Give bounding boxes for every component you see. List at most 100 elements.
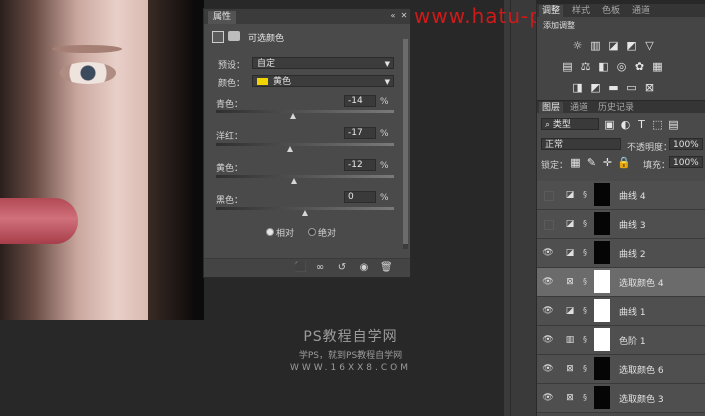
reset-icon[interactable]: ↺: [336, 262, 348, 274]
lock-paint-icon[interactable]: ✎: [585, 156, 598, 169]
channel-mixer-icon[interactable]: ✿: [633, 60, 646, 73]
slider-thumb[interactable]: [291, 178, 298, 184]
adjustments-tabs: 调整 样式 色板 通道: [537, 4, 705, 17]
posterize-icon[interactable]: ◩: [589, 81, 602, 94]
link-chain-icon[interactable]: §: [583, 392, 591, 404]
visibility-eye-icon[interactable]: 👁: [542, 334, 554, 346]
layer-row[interactable]: 👁 ▥ § 色阶 1: [537, 326, 705, 355]
vibrance-icon[interactable]: ▽: [643, 39, 656, 52]
tab-swatches[interactable]: 色板: [599, 5, 623, 17]
photo-filter-icon[interactable]: ◎: [615, 60, 628, 73]
visibility-eye-icon[interactable]: 👁: [542, 247, 554, 259]
slider-value-input[interactable]: 0: [344, 191, 376, 203]
tab-history[interactable]: 历史记录: [595, 102, 637, 114]
visibility-eye-icon[interactable]: 👁: [542, 392, 554, 404]
filter-type-icon[interactable]: T: [635, 118, 648, 131]
layer-row[interactable]: ◪ § 曲线 4: [537, 181, 705, 210]
radio-absolute[interactable]: [308, 228, 316, 236]
layer-row[interactable]: 👁 ⊠ § 选取颜色 4: [537, 268, 705, 297]
delete-icon[interactable]: 🗑: [380, 262, 393, 274]
layer-mask-thumbnail[interactable]: [594, 328, 610, 351]
lock-transparent-icon[interactable]: ▦: [569, 156, 582, 169]
filter-pixel-icon[interactable]: ▣: [603, 118, 616, 131]
layer-row[interactable]: ◪ § 曲线 3: [537, 210, 705, 239]
visibility-eye-icon[interactable]: 👁: [542, 305, 554, 317]
layer-row[interactable]: 👁 ◪ § 曲线 1: [537, 297, 705, 326]
slider-track[interactable]: [216, 110, 394, 113]
invert-icon[interactable]: ◨: [571, 81, 584, 94]
color-select[interactable]: 黄色 ▼: [252, 75, 394, 87]
color-lookup-icon[interactable]: ▦: [651, 60, 664, 73]
tab-layers[interactable]: 图层: [539, 102, 564, 114]
preset-select[interactable]: 自定 ▼: [252, 57, 394, 69]
black-white-icon[interactable]: ◧: [597, 60, 610, 73]
levels-icon[interactable]: ▥: [589, 39, 602, 52]
threshold-icon[interactable]: ▬: [607, 81, 620, 94]
collapse-icon[interactable]: «: [388, 11, 398, 21]
slider-thumb[interactable]: [289, 113, 296, 119]
link-chain-icon[interactable]: §: [583, 247, 591, 259]
close-icon[interactable]: ✕: [399, 11, 409, 21]
layer-row[interactable]: 👁 ⊠ § 选取颜色 6: [537, 355, 705, 384]
visibility-icon[interactable]: ◉: [358, 262, 370, 274]
lock-all-icon[interactable]: 🔒: [617, 156, 631, 169]
layer-mask-thumbnail[interactable]: [594, 386, 610, 409]
tab-channels[interactable]: 通道: [567, 102, 591, 114]
layer-mask-thumbnail[interactable]: [594, 357, 610, 380]
visibility-eye-icon[interactable]: [544, 191, 554, 201]
lock-position-icon[interactable]: ✛: [601, 156, 614, 169]
slider-thumb[interactable]: [302, 210, 308, 216]
link-chain-icon[interactable]: §: [583, 218, 591, 230]
slider-thumb[interactable]: [286, 146, 293, 152]
brightness-icon[interactable]: ☼: [571, 39, 584, 52]
filter-adjustment-icon[interactable]: ◐: [619, 118, 632, 131]
slider-value-input[interactable]: -14: [344, 95, 376, 107]
fill-input[interactable]: 100%: [669, 156, 703, 168]
link-chain-icon[interactable]: §: [583, 276, 591, 288]
gradient-map-icon[interactable]: ▭: [625, 81, 638, 94]
layer-mask-thumbnail[interactable]: [594, 299, 610, 322]
hue-saturation-icon[interactable]: ▤: [561, 60, 574, 73]
visibility-eye-icon[interactable]: 👁: [542, 276, 554, 288]
filter-shape-icon[interactable]: ⬚: [651, 118, 664, 131]
tab-styles[interactable]: 样式: [569, 5, 593, 17]
tab-adjustments[interactable]: 调整: [539, 5, 564, 17]
opacity-input[interactable]: 100%: [669, 138, 703, 150]
link-chain-icon[interactable]: §: [583, 363, 591, 375]
slider-value-input[interactable]: -17: [344, 127, 376, 139]
visibility-eye-icon[interactable]: [544, 220, 554, 230]
slider-track[interactable]: [216, 143, 394, 146]
link-chain-icon[interactable]: §: [583, 334, 591, 346]
link-chain-icon[interactable]: §: [583, 189, 591, 201]
layer-mask-thumbnail[interactable]: [594, 241, 610, 264]
layer-row[interactable]: 👁 ◪ § 曲线 2: [537, 239, 705, 268]
blend-mode-select[interactable]: 正常: [541, 138, 621, 150]
layer-mask-thumbnail[interactable]: [594, 270, 610, 293]
curves-icon[interactable]: ◪: [607, 39, 620, 52]
radio-relative-label: 相对: [276, 229, 295, 239]
layer-name: 色阶 1: [619, 337, 646, 347]
tab-channels-adj[interactable]: 通道: [629, 5, 653, 17]
curves-icon: ◪: [565, 248, 575, 258]
layer-row[interactable]: 👁 ⊠ § 选取颜色 3: [537, 384, 705, 413]
color-balance-icon[interactable]: ⚖: [579, 60, 592, 73]
slider-value-input[interactable]: -12: [344, 159, 376, 171]
filter-smart-icon[interactable]: ▤: [667, 118, 680, 131]
color-label: 颜色：: [218, 79, 246, 89]
clip-to-layer-icon[interactable]: ⬛: [294, 262, 306, 274]
radio-relative[interactable]: [266, 228, 274, 236]
layer-mask-thumbnail[interactable]: [594, 183, 610, 206]
slider-track[interactable]: [216, 175, 394, 178]
visibility-eye-icon[interactable]: 👁: [542, 363, 554, 375]
link-chain-icon[interactable]: §: [583, 305, 591, 317]
layer-mask-icon[interactable]: [228, 31, 240, 41]
view-previous-icon[interactable]: ∞: [314, 262, 326, 274]
scrollbar-thumb[interactable]: [403, 39, 408, 244]
opacity-label: 不透明度：: [627, 143, 673, 153]
selective-color-icon[interactable]: ⊠: [643, 81, 656, 94]
tab-properties[interactable]: 属性: [208, 11, 237, 24]
layer-mask-thumbnail[interactable]: [594, 212, 610, 235]
layer-filter-select[interactable]: ⌕ 类型: [541, 118, 599, 130]
exposure-icon[interactable]: ◩: [625, 39, 638, 52]
properties-scrollbar[interactable]: [403, 39, 408, 249]
